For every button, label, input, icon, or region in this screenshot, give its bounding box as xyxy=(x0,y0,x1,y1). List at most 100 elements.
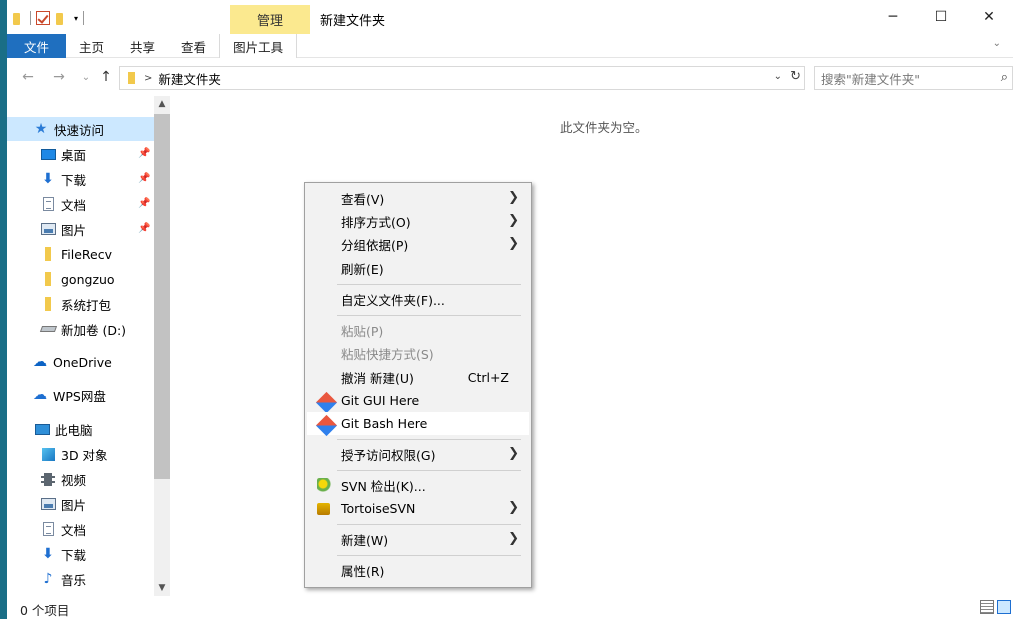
sidebar-item-label: 图片 xyxy=(61,497,87,513)
back-button[interactable]: ← xyxy=(19,66,37,88)
git-icon xyxy=(315,391,338,414)
close-button[interactable]: ✕ xyxy=(965,0,1013,34)
sidebar-item-pc-pictures[interactable]: 图片 xyxy=(7,492,86,516)
tab-share[interactable]: 共享 xyxy=(117,34,168,58)
context-menu: 查看(V) ❯ 排序方式(O) ❯ 分组依据(P) ❯ 刷新(E) 自定义文件夹… xyxy=(304,182,532,588)
menu-separator xyxy=(337,439,521,440)
computer-icon xyxy=(34,421,50,437)
sidebar-item-videos[interactable]: 视频 xyxy=(7,467,86,491)
menu-item-git-gui[interactable]: Git GUI Here xyxy=(307,389,529,414)
video-icon xyxy=(40,471,56,487)
sidebar-item-system-pack[interactable]: 系统打包 xyxy=(7,292,111,316)
scrollbar-thumb[interactable] xyxy=(154,114,170,479)
menu-separator xyxy=(337,284,521,285)
sidebar-item-wps-cloud[interactable]: ☁ WPS网盘 xyxy=(7,383,106,407)
sidebar-item-gongzuo[interactable]: gongzuo xyxy=(7,267,115,291)
document-icon xyxy=(40,196,56,212)
sidebar-item-label: 视频 xyxy=(61,472,87,488)
divider xyxy=(83,11,85,25)
menu-item-new[interactable]: 新建(W) ❯ xyxy=(307,528,529,551)
git-icon xyxy=(315,414,338,437)
sidebar-item-pc-documents[interactable]: 文档 xyxy=(7,517,86,541)
view-switcher xyxy=(980,600,1011,614)
menu-item-grant-access[interactable]: 授予访问权限(G) ❯ xyxy=(307,443,529,466)
menu-item-label: 粘贴快捷方式(S) xyxy=(341,347,434,362)
sidebar-item-label: 此电脑 xyxy=(55,422,93,438)
title-bar: ▾ 管理 新建文件夹 ─ ☐ ✕ xyxy=(7,0,1013,34)
folder-icon[interactable] xyxy=(13,11,25,25)
menu-item-sort[interactable]: 排序方式(O) ❯ xyxy=(307,210,529,233)
menu-item-label: 分组依据(P) xyxy=(341,238,409,253)
menu-item-customize-folder[interactable]: 自定义文件夹(F)... xyxy=(307,288,529,311)
sidebar-item-downloads[interactable]: ⬇ 下载 xyxy=(7,167,86,191)
folder-icon xyxy=(126,71,138,85)
breadcrumb-current-folder[interactable]: 新建文件夹 xyxy=(158,69,221,88)
pictures-icon xyxy=(40,496,56,512)
menu-item-svn-checkout[interactable]: SVN 检出(K)... xyxy=(307,474,529,497)
tab-view[interactable]: 查看 xyxy=(168,34,219,58)
pin-icon: 📌 xyxy=(138,173,151,184)
address-history-dropdown-icon[interactable]: ⌄ xyxy=(774,71,782,82)
recent-locations-button[interactable]: ⌄ xyxy=(77,66,95,88)
tab-file[interactable]: 文件 xyxy=(7,34,67,58)
navigation-bar: ← → ⌄ ↑ > 新建文件夹 ⌄ ↻ 搜索"新建文件夹" ⌕ xyxy=(7,62,1013,92)
menu-item-label: 授予访问权限(G) xyxy=(341,448,436,463)
tab-home[interactable]: 主页 xyxy=(66,34,117,58)
search-input[interactable]: 搜索"新建文件夹" ⌕ xyxy=(814,66,1013,90)
desktop-icon xyxy=(40,146,56,162)
sidebar-item-documents[interactable]: 文档 xyxy=(7,192,86,216)
submenu-arrow-icon: ❯ xyxy=(508,531,519,546)
menu-item-label: 排序方式(O) xyxy=(341,215,411,230)
menu-item-refresh[interactable]: 刷新(E) xyxy=(307,257,529,280)
breadcrumb-chevron-icon[interactable]: > xyxy=(144,73,152,84)
sidebar-item-label: gongzuo xyxy=(61,271,115,287)
menu-item-paste[interactable]: 粘贴(P) xyxy=(307,319,529,342)
window-title: 新建文件夹 xyxy=(320,14,386,29)
new-folder-icon[interactable] xyxy=(56,11,68,25)
tab-picture-tools[interactable]: 图片工具 xyxy=(219,34,298,58)
sidebar-item-label: 桌面 xyxy=(61,147,87,163)
menu-item-git-bash[interactable]: Git Bash Here xyxy=(307,412,529,437)
sidebar-item-pc-downloads[interactable]: ⬇ 下载 xyxy=(7,542,86,566)
menu-item-label: 新建(W) xyxy=(341,533,389,548)
sidebar-item-label: 下载 xyxy=(61,172,87,188)
sidebar-item-drive-d[interactable]: 新加卷 (D:) xyxy=(7,317,126,341)
minimize-button[interactable]: ─ xyxy=(869,0,917,34)
large-icons-view-icon[interactable] xyxy=(997,600,1011,614)
3d-objects-icon xyxy=(40,446,56,462)
sidebar-item-quick-access[interactable]: ★ 快速访问 xyxy=(7,117,154,141)
customize-toolbar-dropdown-icon[interactable]: ▾ xyxy=(74,14,78,23)
scroll-up-icon[interactable]: ▲ xyxy=(154,96,170,112)
sidebar-item-onedrive[interactable]: ☁ OneDrive xyxy=(7,350,112,374)
menu-item-tortoisesvn[interactable]: TortoiseSVN ❯ xyxy=(307,497,529,520)
nav-pane-scrollbar[interactable]: ▲ ▼ xyxy=(154,96,170,596)
menu-item-label: 自定义文件夹(F)... xyxy=(341,293,445,308)
search-icon[interactable]: ⌕ xyxy=(1001,70,1008,85)
sidebar-item-desktop[interactable]: 桌面 xyxy=(7,142,86,166)
music-icon: ♪ xyxy=(43,571,53,587)
sidebar-item-music[interactable]: ♪ 音乐 xyxy=(7,567,86,591)
scroll-down-icon[interactable]: ▼ xyxy=(154,580,170,596)
up-button[interactable]: ↑ xyxy=(97,66,115,88)
refresh-icon[interactable]: ↻ xyxy=(790,69,801,84)
document-icon xyxy=(40,521,56,537)
sidebar-item-filerecv[interactable]: FileRecv xyxy=(7,242,112,266)
menu-item-properties[interactable]: 属性(R) xyxy=(307,559,529,582)
menu-item-group[interactable]: 分组依据(P) ❯ xyxy=(307,233,529,256)
context-tab-manage[interactable]: 管理 xyxy=(230,5,310,34)
sidebar-item-pictures[interactable]: 图片 xyxy=(7,217,86,241)
properties-check-icon[interactable] xyxy=(36,11,50,25)
sidebar-item-this-pc[interactable]: 此电脑 xyxy=(7,417,93,441)
maximize-button[interactable]: ☐ xyxy=(917,0,965,34)
forward-button[interactable]: → xyxy=(50,66,68,88)
menu-item-paste-shortcut[interactable]: 粘贴快捷方式(S) xyxy=(307,342,529,365)
menu-item-view[interactable]: 查看(V) ❯ xyxy=(307,187,529,210)
menu-item-undo[interactable]: 撤消 新建(U) Ctrl+Z xyxy=(307,366,529,389)
tortoisesvn-icon xyxy=(317,503,330,515)
expand-ribbon-chevron-icon[interactable]: ⌄ xyxy=(993,38,1001,49)
menu-item-label: 粘贴(P) xyxy=(341,324,384,339)
sidebar-item-3d-objects[interactable]: 3D 对象 xyxy=(7,442,108,466)
details-view-icon[interactable] xyxy=(980,600,994,614)
address-bar[interactable]: > 新建文件夹 ⌄ ↻ xyxy=(119,66,805,90)
sidebar-item-label: FileRecv xyxy=(61,246,113,262)
